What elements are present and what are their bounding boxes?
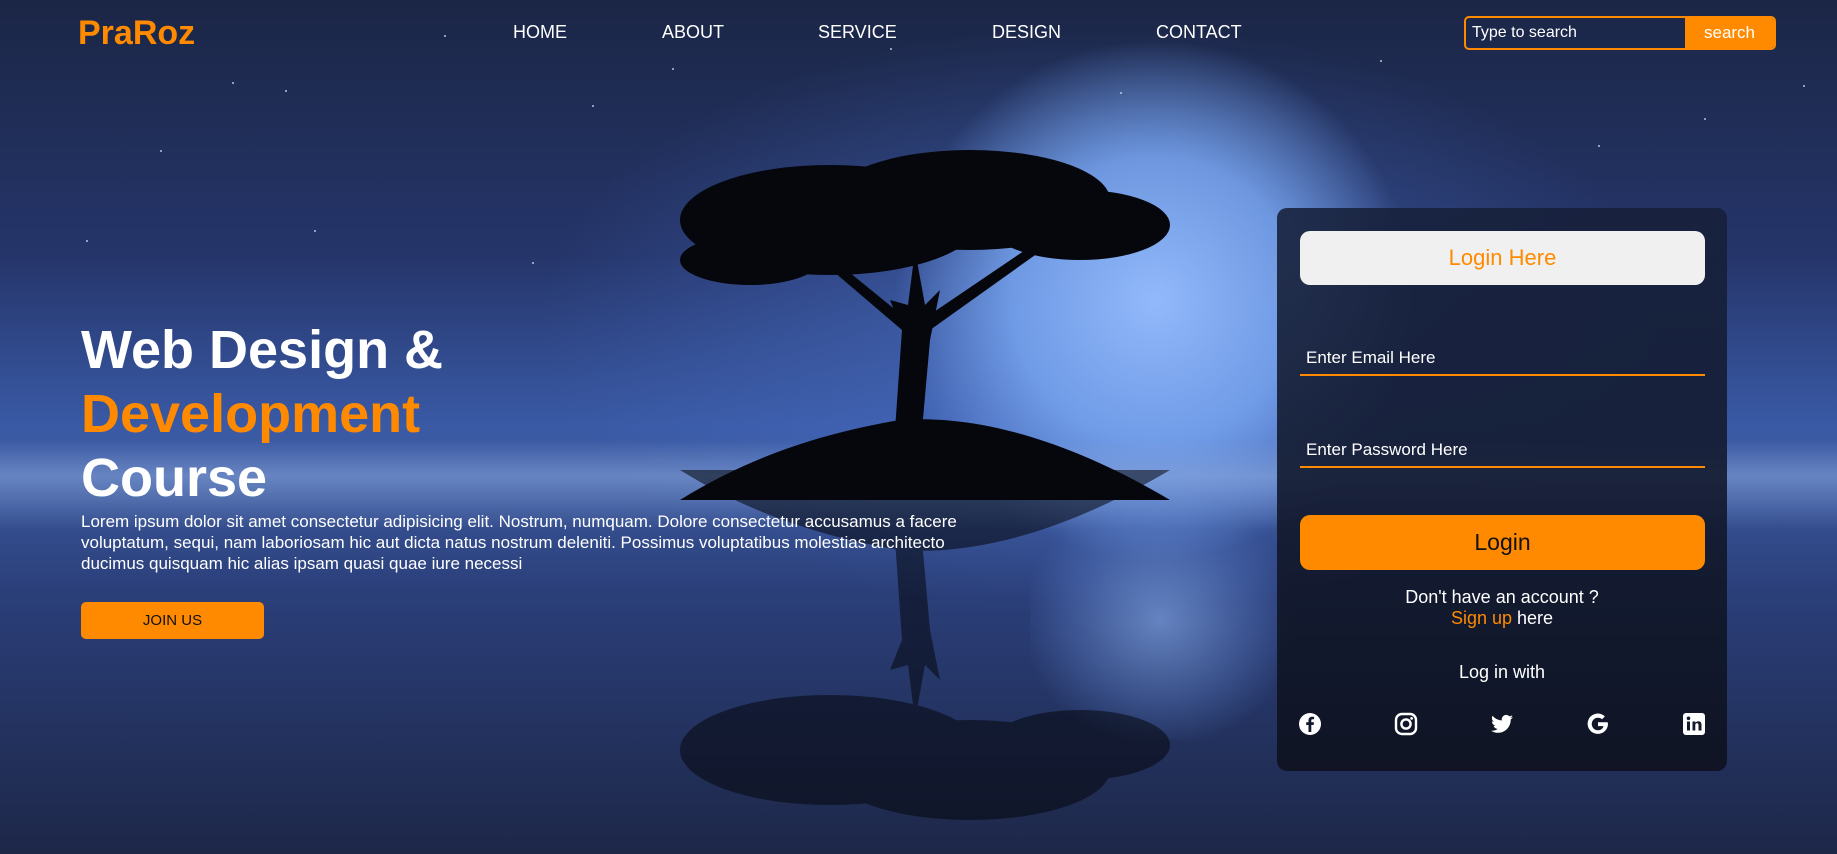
hero-title: Web Design & Development Course: [81, 318, 443, 510]
star: [592, 105, 594, 107]
signup-suffix: here: [1512, 608, 1554, 628]
instagram-icon[interactable]: [1394, 712, 1418, 736]
search-button[interactable]: search: [1685, 18, 1774, 48]
hero-description: Lorem ipsum dolor sit amet consectetur a…: [81, 512, 957, 573]
tree-silhouette: [680, 150, 1170, 500]
signup-prompt: Don't have an account ? Sign up here: [1277, 587, 1727, 629]
star: [1120, 92, 1122, 94]
login-title: Login Here: [1300, 231, 1705, 285]
star: [285, 90, 287, 92]
star: [86, 240, 88, 242]
linkedin-icon[interactable]: [1682, 712, 1706, 736]
signup-link[interactable]: Sign up: [1451, 608, 1512, 628]
star: [1598, 145, 1600, 147]
nav-about[interactable]: ABOUT: [662, 22, 724, 43]
google-icon[interactable]: [1586, 712, 1610, 736]
email-field[interactable]: [1300, 342, 1705, 376]
nav-home[interactable]: HOME: [513, 22, 567, 43]
hero-title-line3: Course: [81, 448, 268, 508]
password-field[interactable]: [1300, 434, 1705, 468]
twitter-icon[interactable]: [1490, 712, 1514, 736]
nav-design[interactable]: DESIGN: [992, 22, 1061, 43]
nav-contact[interactable]: CONTACT: [1156, 22, 1242, 43]
social-login: [1277, 712, 1727, 738]
star: [314, 230, 316, 232]
login-button[interactable]: Login: [1300, 515, 1705, 570]
hero-title-accent: Development: [81, 384, 421, 444]
navbar: PraRoz HOME ABOUT SERVICE DESIGN CONTACT…: [0, 0, 1837, 64]
search-bar: search: [1464, 16, 1776, 50]
login-card: Login Here Login Don't have an account ?…: [1277, 208, 1727, 771]
hero-title-line1: Web Design &: [81, 320, 444, 380]
facebook-icon[interactable]: [1298, 712, 1322, 736]
star: [532, 262, 534, 264]
search-input[interactable]: [1466, 18, 1685, 48]
login-with-label: Log in with: [1458, 662, 1546, 682]
star: [672, 68, 674, 70]
page: PraRoz HOME ABOUT SERVICE DESIGN CONTACT…: [0, 0, 1837, 854]
join-us-button[interactable]: JOIN US: [81, 602, 264, 639]
nav-service[interactable]: SERVICE: [818, 22, 897, 43]
no-account-text: Don't have an account ?: [1405, 587, 1599, 607]
star: [232, 82, 234, 84]
logo[interactable]: PraRoz: [78, 14, 195, 53]
star: [1803, 85, 1805, 87]
star: [160, 150, 162, 152]
star: [1704, 118, 1706, 120]
